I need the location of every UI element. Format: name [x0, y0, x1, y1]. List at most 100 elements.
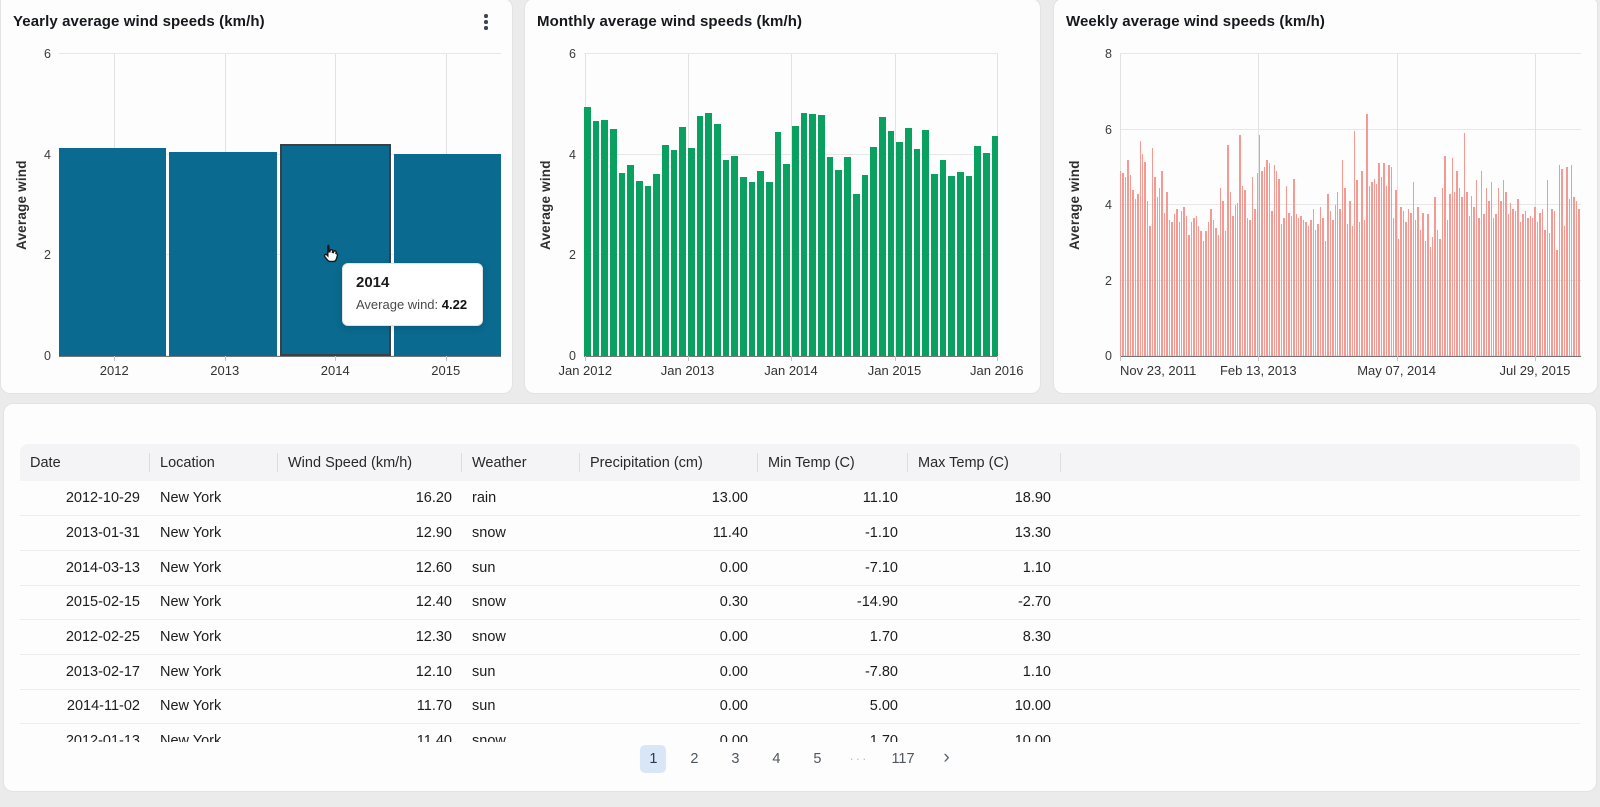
bar[interactable] — [1274, 165, 1275, 356]
bar[interactable] — [1398, 239, 1399, 356]
bar[interactable] — [1183, 207, 1184, 356]
bar[interactable] — [1122, 173, 1123, 356]
page-button[interactable]: 1 — [640, 745, 666, 773]
bar[interactable] — [1481, 171, 1482, 356]
bar[interactable] — [835, 170, 842, 356]
bar[interactable] — [1539, 213, 1540, 356]
bar[interactable] — [1137, 194, 1138, 356]
bar[interactable] — [757, 171, 764, 356]
bar[interactable] — [1461, 197, 1462, 356]
bar[interactable] — [1444, 156, 1445, 356]
bar[interactable] — [1400, 207, 1401, 356]
bar[interactable] — [1259, 135, 1260, 356]
next-page-button[interactable]: › — [934, 745, 960, 773]
bar[interactable] — [1437, 230, 1438, 356]
bar[interactable] — [775, 132, 782, 356]
bar[interactable] — [653, 174, 660, 356]
bar[interactable] — [714, 124, 721, 356]
bar[interactable] — [1491, 182, 1492, 356]
bar[interactable] — [809, 114, 816, 356]
bar[interactable] — [1549, 233, 1550, 356]
bar[interactable] — [1230, 192, 1231, 356]
bar[interactable] — [1556, 250, 1557, 356]
bar[interactable] — [1132, 190, 1133, 356]
bar[interactable] — [1364, 220, 1365, 356]
bar[interactable] — [862, 175, 869, 356]
bar[interactable] — [1573, 197, 1574, 356]
bar[interactable] — [940, 160, 947, 356]
bar[interactable] — [1210, 209, 1211, 356]
bar[interactable] — [1508, 214, 1509, 356]
bar[interactable] — [801, 113, 808, 356]
table-row[interactable]: 2015-02-15New York12.40snow0.30-14.90-2.… — [20, 585, 1580, 620]
bar[interactable] — [905, 128, 912, 356]
bar[interactable] — [1520, 222, 1521, 356]
bar[interactable] — [1237, 203, 1238, 356]
bar[interactable] — [1422, 213, 1423, 356]
bar[interactable] — [1359, 222, 1360, 356]
bar[interactable] — [1339, 209, 1340, 356]
bar[interactable] — [1512, 209, 1513, 356]
bar[interactable] — [662, 145, 669, 356]
bar[interactable] — [1222, 201, 1223, 356]
bar[interactable] — [1298, 218, 1299, 356]
bar[interactable] — [1366, 114, 1367, 356]
bar[interactable] — [1213, 220, 1214, 356]
bar[interactable] — [1505, 192, 1506, 356]
bar[interactable] — [1420, 230, 1421, 356]
bar[interactable] — [957, 172, 964, 356]
bar[interactable] — [1571, 165, 1572, 356]
bar[interactable] — [1220, 188, 1221, 356]
bar[interactable] — [1337, 192, 1338, 356]
bar[interactable] — [1235, 205, 1236, 356]
bar[interactable] — [1349, 201, 1350, 356]
bar[interactable] — [792, 126, 799, 356]
bar[interactable] — [1371, 182, 1372, 356]
bar[interactable] — [1227, 145, 1228, 356]
bar[interactable] — [1405, 222, 1406, 356]
table-row[interactable]: 2014-03-13New York12.60sun0.00-7.101.10 — [20, 550, 1580, 585]
bar[interactable] — [1547, 180, 1548, 356]
bar[interactable] — [1308, 226, 1309, 356]
page-button[interactable]: 2 — [681, 745, 707, 773]
bar[interactable] — [1179, 222, 1180, 356]
table-row[interactable]: 2012-10-29New York16.20rain13.0011.1018.… — [20, 481, 1580, 516]
bar[interactable] — [1483, 214, 1484, 356]
bar[interactable] — [1127, 160, 1128, 356]
bar[interactable] — [1466, 192, 1467, 356]
bar[interactable] — [1432, 237, 1433, 356]
bar[interactable] — [1196, 216, 1197, 356]
bar[interactable] — [1149, 226, 1150, 356]
bar[interactable] — [1332, 220, 1333, 356]
bar[interactable] — [1181, 211, 1182, 356]
bar[interactable] — [1191, 222, 1192, 356]
bar[interactable] — [1569, 199, 1570, 356]
bar[interactable] — [1293, 179, 1294, 356]
bar[interactable] — [1454, 192, 1455, 356]
bar[interactable] — [697, 116, 704, 356]
table-row[interactable]: 2013-02-17New York12.10sun0.00-7.801.10 — [20, 654, 1580, 689]
bar[interactable] — [1174, 214, 1175, 356]
page-button[interactable]: 117 — [887, 745, 918, 773]
bar[interactable] — [1522, 214, 1523, 356]
bar[interactable] — [870, 147, 877, 356]
bar[interactable] — [1322, 218, 1323, 356]
bar[interactable] — [1510, 203, 1511, 356]
bar[interactable] — [1325, 241, 1326, 356]
bar[interactable] — [888, 131, 895, 356]
bar[interactable] — [1534, 207, 1535, 356]
bar[interactable] — [1352, 226, 1353, 356]
bar[interactable] — [1300, 216, 1301, 356]
bar[interactable] — [1327, 194, 1328, 356]
bar[interactable] — [1452, 158, 1453, 356]
bar[interactable] — [1159, 188, 1160, 356]
bar[interactable] — [1393, 218, 1394, 356]
bar[interactable] — [1135, 199, 1136, 356]
bar[interactable] — [1186, 216, 1187, 356]
bar[interactable] — [1198, 226, 1199, 356]
bar[interactable] — [1242, 186, 1243, 356]
bar[interactable] — [1498, 188, 1499, 356]
page-button[interactable]: 3 — [722, 745, 748, 773]
bar[interactable] — [1361, 171, 1362, 356]
bar[interactable] — [827, 157, 834, 356]
